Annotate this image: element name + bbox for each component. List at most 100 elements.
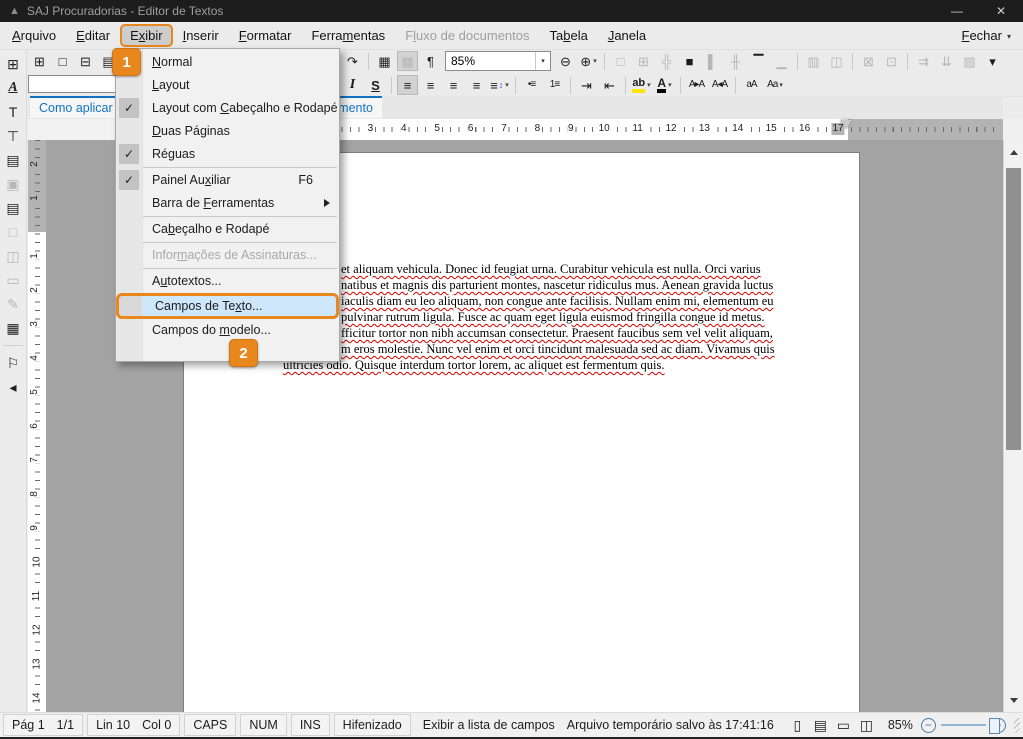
copy-style-icon[interactable]: ⊞	[1, 52, 25, 76]
line-spacing-icon[interactable]: ≡↕▾	[489, 75, 510, 95]
insert-text-icon[interactable]: T	[1, 100, 25, 124]
highlight-color-icon[interactable]: ab▾	[631, 75, 652, 95]
menu-item-cabe-alho-e-rodap[interactable]: Cabeçalho e Rodapé	[116, 218, 339, 241]
view-two-pages-icon[interactable]: ◫	[857, 716, 876, 734]
document-text-line[interactable]: pulvinar rutrum ligula. Fusce ac quam eg…	[341, 310, 765, 325]
split-cells-icon[interactable]: ◫	[826, 51, 847, 71]
underline-icon[interactable]: S	[365, 75, 386, 95]
menu-item-layout[interactable]: Layout	[116, 74, 339, 97]
zoom-slider[interactable]	[941, 724, 986, 726]
print-document-icon[interactable]: ▤	[1, 148, 25, 172]
font-name-combobox[interactable]	[28, 75, 122, 93]
table-tools-icon[interactable]: ▩	[397, 51, 418, 71]
italic-icon[interactable]: I	[342, 75, 363, 95]
page-icon[interactable]: □	[1, 220, 25, 244]
align-center-icon[interactable]: ≡	[420, 75, 441, 95]
document-text-line[interactable]: iaculis diam eu leo aliquam, non congue …	[341, 294, 774, 309]
menubar-item-formatar[interactable]: Formatar	[229, 24, 302, 47]
borders-bottom-icon[interactable]: ▁	[771, 51, 792, 71]
insert-table-icon[interactable]: ▦	[374, 51, 395, 71]
menu-item-r-guas[interactable]: ✓Réguas	[116, 143, 339, 166]
text-frame-icon[interactable]: ⊤	[1, 124, 25, 148]
borders-none-icon[interactable]: □	[610, 51, 631, 71]
menu-item-duas-p-ginas[interactable]: Duas Páginas	[116, 120, 339, 143]
borders-inner-icon[interactable]: ╬	[656, 51, 677, 71]
view-header-footer-icon[interactable]: ▭	[834, 716, 853, 734]
bullet-list-icon[interactable]: •≡	[521, 75, 542, 95]
font-color-icon[interactable]: A▾	[654, 75, 675, 95]
close-button[interactable]: ✕	[979, 0, 1023, 22]
resize-grip[interactable]	[1014, 718, 1020, 733]
view-normal-icon[interactable]: ▯	[788, 716, 807, 734]
insert-flow-icon[interactable]: ⇉	[913, 51, 934, 71]
menu-item-informa-es-de-assinaturas[interactable]: Informações de Assinaturas...	[116, 244, 339, 267]
borders-center-icon[interactable]: ╫	[725, 51, 746, 71]
zoom-out-icon[interactable]: ⊖	[555, 51, 576, 71]
scroll-up-button[interactable]	[1004, 142, 1023, 162]
collapse-panel-icon[interactable]: ◂	[1, 375, 25, 399]
formatting-marks-icon[interactable]: ¶	[420, 51, 441, 71]
unlink-field-icon[interactable]: ⊠	[858, 51, 879, 71]
borders-left-icon[interactable]: ▌	[702, 51, 723, 71]
scroll-down-button[interactable]	[1004, 690, 1023, 710]
new-from-model-icon[interactable]: ⊞	[29, 51, 50, 71]
document-text-line[interactable]: natibus et magnis dis parturient montes,…	[341, 278, 773, 293]
increase-indent-icon[interactable]: ⇥	[576, 75, 597, 95]
save-icon[interactable]: ⊟	[75, 51, 96, 71]
fields-list-icon[interactable]: ▤	[1, 196, 25, 220]
menu-item-autotextos[interactable]: Autotextos...	[116, 270, 339, 293]
vertical-scrollbar[interactable]	[1003, 140, 1023, 712]
shading-icon[interactable]: ▨	[959, 51, 980, 71]
lowercase-icon[interactable]: Aa▾	[764, 75, 785, 95]
uppercase-icon[interactable]: aA	[741, 75, 762, 95]
menu-item-barra-de-ferramentas[interactable]: Barra de Ferramentas	[116, 192, 339, 215]
num-lock-toggle[interactable]: NUM	[240, 714, 286, 736]
menubar-item-fluxo-de-documentos[interactable]: Fluxo de documentos	[395, 24, 539, 47]
hyphenation-toggle[interactable]: Hifenizado	[334, 714, 411, 736]
menu-item-layout-com-cabe-alho-e-rodap[interactable]: ✓Layout com Cabeçalho e Rodapé	[116, 97, 339, 120]
zoom-slider-thumb[interactable]	[989, 718, 1000, 734]
align-right-icon[interactable]: ≡	[443, 75, 464, 95]
menu-item-normal[interactable]: Normal	[116, 51, 339, 74]
copy-icon[interactable]: ▣	[1, 172, 25, 196]
zoom-out-button[interactable]: −	[921, 718, 936, 733]
menubar-item-editar[interactable]: Editar	[66, 24, 120, 47]
menubar-item-janela[interactable]: Janela	[598, 24, 656, 47]
document-text-line[interactable]: et aliquam vehicula. Donec id feugiat ur…	[341, 262, 761, 277]
menubar-item-ferramentas[interactable]: Ferramentas	[301, 24, 395, 47]
insert-break-icon[interactable]: ⇊	[936, 51, 957, 71]
zoom-combobox[interactable]: 85%▾	[445, 51, 551, 71]
expand-spacing-icon[interactable]: A▸A	[686, 75, 707, 95]
minimize-button[interactable]: —	[935, 0, 979, 22]
comment-icon[interactable]: ▭	[1, 268, 25, 292]
new-document-icon[interactable]: □	[52, 51, 73, 71]
menu-item-campos-de-texto[interactable]: Campos de Texto...	[116, 293, 339, 319]
document-text-line[interactable]: fficitur tortor non nibh accumsan consec…	[341, 326, 773, 341]
redo-icon[interactable]: ↷	[342, 51, 363, 71]
menu-item-painel-auxiliar[interactable]: ✓Painel AuxiliarF6	[116, 169, 339, 192]
borders-top-icon[interactable]: ▔	[748, 51, 769, 71]
borders-all-icon[interactable]: ⊞	[633, 51, 654, 71]
caps-lock-toggle[interactable]: CAPS	[184, 714, 236, 736]
edit-document-icon[interactable]: ✎	[1, 292, 25, 316]
menubar-item-exibir[interactable]: Exibir	[120, 24, 173, 47]
condense-spacing-icon[interactable]: A◂A	[709, 75, 730, 95]
menubar-item-inserir[interactable]: Inserir	[173, 24, 229, 47]
zoom-in-icon[interactable]: ⊕▾	[578, 51, 599, 71]
insert-mode-toggle[interactable]: INS	[291, 714, 330, 736]
scrollbar-thumb[interactable]	[1006, 168, 1021, 450]
toolbar-overflow-icon[interactable]: ▾	[982, 51, 1003, 71]
numbered-list-icon[interactable]: 1≡	[544, 75, 565, 95]
align-left-icon[interactable]: ≡	[397, 75, 418, 95]
font-dialog-icon[interactable]: A	[1, 76, 25, 100]
pages-icon[interactable]: ◫	[1, 244, 25, 268]
menubar-item-fechar[interactable]: Fechar▾	[960, 24, 1014, 47]
print-preview-icon[interactable]: ▦	[1, 316, 25, 340]
menu-item-campos-do-modelo[interactable]: Campos do modelo...	[116, 319, 339, 342]
document-text-line[interactable]: ultricies odio. Quisque interdum tortor …	[283, 358, 665, 373]
merge-cells-icon[interactable]: ▥	[803, 51, 824, 71]
borders-outer-icon[interactable]: ■	[679, 51, 700, 71]
bookmark-flag-icon[interactable]: ⚐	[1, 351, 25, 375]
view-layout-icon[interactable]: ▤	[811, 716, 830, 734]
decrease-indent-icon[interactable]: ⇤	[599, 75, 620, 95]
